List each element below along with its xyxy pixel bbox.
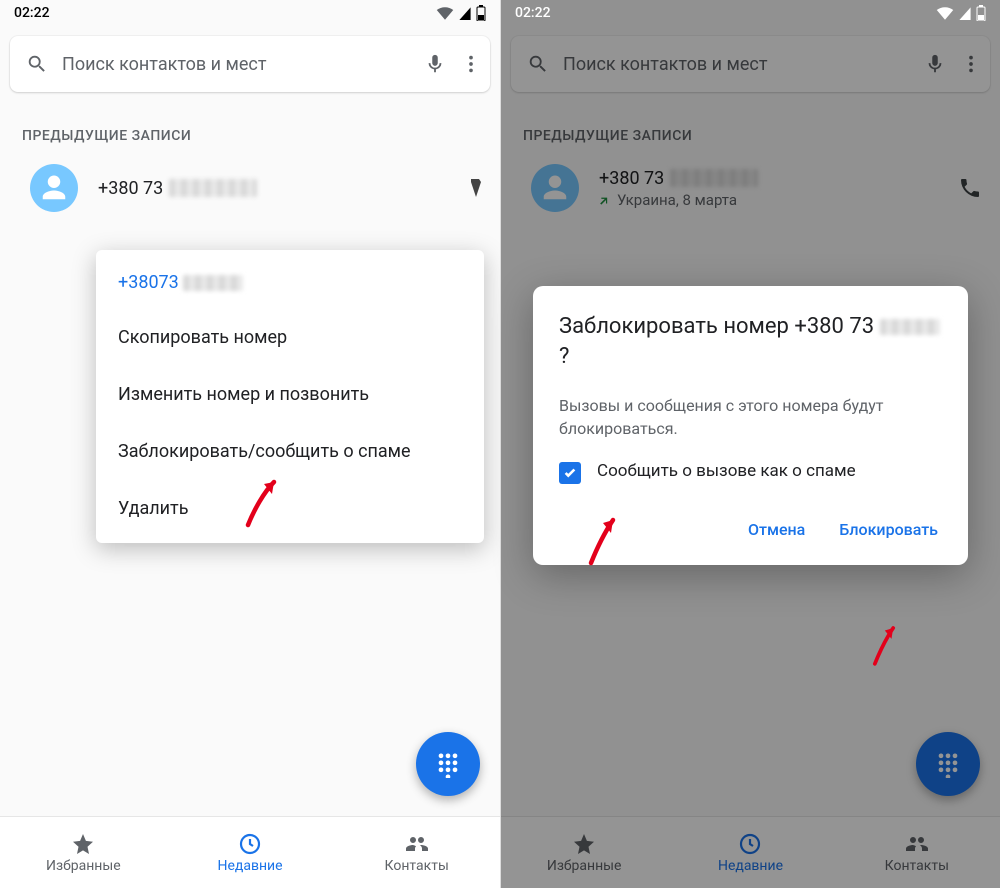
- wifi-icon: [936, 6, 954, 20]
- wifi-icon: [436, 6, 454, 20]
- checkbox-icon[interactable]: [559, 462, 581, 484]
- status-bar: 02:22: [0, 0, 500, 26]
- tab-recent[interactable]: Недавние: [167, 817, 334, 888]
- context-menu: +38073 Скопировать номер Изменить номер …: [96, 250, 484, 543]
- dialpad-fab[interactable]: [416, 732, 480, 796]
- dialog-title: Заблокировать номер +380 73 ?: [559, 312, 942, 371]
- call-number-prefix: +380 73: [98, 178, 163, 199]
- mic-icon[interactable]: [424, 53, 446, 75]
- status-icons: [936, 5, 986, 21]
- status-icons: [436, 5, 486, 21]
- confirm-button[interactable]: Блокировать: [835, 510, 942, 549]
- call-entry[interactable]: +380 73: [0, 156, 500, 220]
- tab-contacts[interactable]: Контакты: [333, 817, 500, 888]
- signal-icon: [458, 6, 472, 20]
- signal-icon: [958, 6, 972, 20]
- redacted: [183, 275, 243, 291]
- overflow-icon[interactable]: [460, 53, 482, 75]
- dialog-body: Вызовы и сообщения с этого номера будут …: [559, 395, 942, 440]
- block-dialog: Заблокировать номер +380 73 ? Вызовы и с…: [533, 286, 968, 565]
- phone-left: 02:22 Поиск контактов и мест ПРЕДЫДУЩИЕ …: [0, 0, 500, 888]
- context-delete[interactable]: Удалить: [96, 480, 484, 537]
- battery-icon: [476, 5, 486, 21]
- section-header: ПРЕДЫДУЩИЕ ЗАПИСИ: [0, 100, 500, 156]
- search-bar[interactable]: Поиск контактов и мест: [10, 36, 490, 92]
- redacted: [880, 319, 940, 335]
- context-copy[interactable]: Скопировать номер: [96, 309, 484, 366]
- status-time: 02:22: [515, 5, 551, 21]
- status-time: 02:22: [14, 5, 50, 21]
- context-edit[interactable]: Изменить номер и позвонить: [96, 366, 484, 423]
- cancel-button[interactable]: Отмена: [744, 510, 809, 549]
- dialog-actions: Отмена Блокировать: [559, 510, 942, 549]
- phone-right: 02:22 Поиск контактов и мест ПРЕДЫДУЩИЕ …: [500, 0, 1000, 888]
- search-icon: [26, 53, 48, 75]
- status-bar: 02:22: [501, 0, 1000, 26]
- redacted: [169, 179, 257, 197]
- tab-favorites[interactable]: Избранные: [0, 817, 167, 888]
- avatar: [30, 164, 78, 212]
- bottom-tabs: Избранные Недавние Контакты: [0, 816, 500, 888]
- context-block[interactable]: Заблокировать/сообщить о спаме: [96, 423, 484, 480]
- search-placeholder: Поиск контактов и мест: [62, 54, 410, 75]
- spam-checkbox-row[interactable]: Сообщить о вызове как о спаме: [559, 460, 942, 484]
- battery-icon: [976, 5, 986, 21]
- context-number-link[interactable]: +38073: [96, 264, 484, 309]
- checkbox-label: Сообщить о вызове как о спаме: [597, 460, 856, 483]
- call-info: +380 73: [98, 178, 450, 199]
- call-action-icon[interactable]: [470, 179, 482, 197]
